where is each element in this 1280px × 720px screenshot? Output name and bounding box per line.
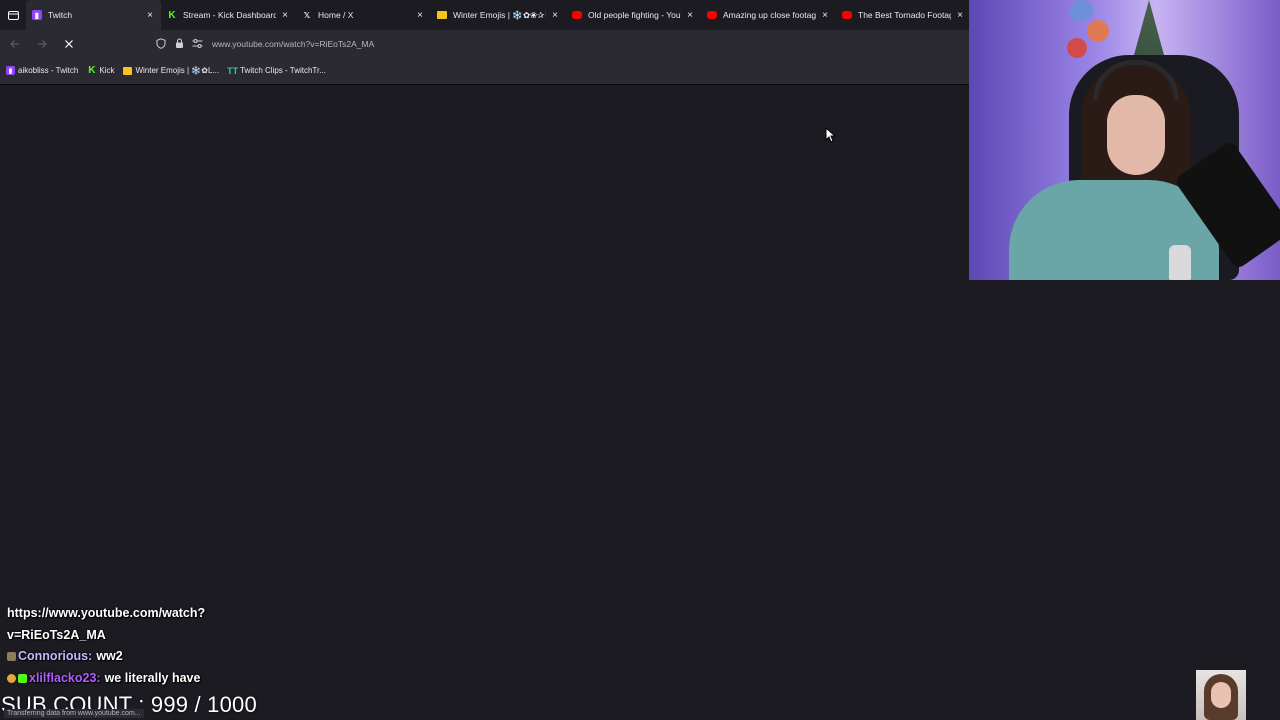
tab-label: Old people fighting - YouTube [588,10,681,20]
status-bar-text: Transferring data from www.youtube.com..… [4,709,144,718]
close-icon[interactable]: × [685,10,695,21]
badge-icon [7,652,16,662]
tab-amazing-footage[interactable]: Amazing up close footage × [701,0,836,30]
close-icon[interactable]: × [145,10,155,21]
streamer-face [1107,95,1165,175]
lock-icon[interactable] [170,35,188,53]
tab-label: Amazing up close footage [723,10,816,20]
tab-label: The Best Tornado Footage [858,10,951,20]
tab-twitch[interactable]: ▮ Twitch × [26,0,161,30]
chat-username: xlilflacko23: [29,670,101,685]
twitch-icon: ▮ [6,66,15,75]
stop-icon [65,39,73,48]
bookmark-label: Kick [99,66,115,75]
bookmark-label: Winter Emojis | ❄️✿L... [135,66,220,75]
kick-icon: K [168,9,176,21]
webcam-overlay [969,0,1280,280]
tab-tornado-footage[interactable]: The Best Tornado Footage × [836,0,971,30]
chat-text: https://www.youtube.com/watch? [7,606,206,620]
bookmark-winter-emojis[interactable]: Winter Emojis | ❄️✿L... [123,66,219,75]
chat-message: https://www.youtube.com/watch? [7,603,307,625]
bookmarks-toolbar: ▮ aikobliss - Twitch K Kick Winter Emoji… [0,57,970,85]
kick-icon: K [88,65,96,76]
tab-bar: ▮ Twitch × K Stream - Kick Dashboard × 𝕏… [0,0,970,30]
tab-kick-dashboard[interactable]: K Stream - Kick Dashboard × [161,0,296,30]
twitch-icon: ▮ [32,10,42,20]
chat-text: ww2 [96,649,123,663]
chat-text: v=RiEoTs2A_MA [7,627,106,642]
tab-list-button[interactable] [0,0,26,30]
tab-winter-emojis[interactable]: Winter Emojis | ❄️✿❀✰☃❅ × [431,0,566,30]
chat-overlay: https://www.youtube.com/watch? v=RiEoTs2… [7,603,307,689]
badge-icon [18,673,27,683]
chat-message: xlilflacko23: we literally have [7,668,307,690]
chat-message: v=RiEoTs2A_MA [7,625,307,647]
shield-icon[interactable] [152,35,170,53]
close-icon[interactable]: × [955,10,965,21]
bookmark-label: aikobliss - Twitch [18,66,79,75]
bookmark-label: Twitch Clips - TwitchTr... [240,66,326,75]
bookmark-twitch-clips[interactable]: TT Twitch Clips - TwitchTr... [227,65,326,76]
tab-home-x[interactable]: 𝕏 Home / X × [296,0,431,30]
tab-label: Stream - Kick Dashboard [183,10,276,20]
twitchtracker-icon: TT [227,65,239,76]
balloon [1069,0,1093,22]
balloon [1067,38,1087,58]
tab-old-people-fighting[interactable]: Old people fighting - YouTube × [566,0,701,30]
bookmark-kick[interactable]: K Kick [87,65,115,76]
url-bar[interactable]: www.youtube.com/watch?v=RiEoTs2A_MA [152,33,964,54]
url-text[interactable]: www.youtube.com/watch?v=RiEoTs2A_MA [212,39,374,49]
folder-icon [123,66,133,75]
arrow-right-icon [38,39,47,48]
avatar-face [1211,682,1231,708]
back-button[interactable] [3,32,27,56]
balloon [1087,20,1109,42]
x-icon: 𝕏 [303,10,311,20]
chat-message: Connorious: ww2 [7,646,307,668]
badge-icon [7,673,16,683]
water-bottle [1169,245,1191,280]
tab-list-icon [7,11,19,20]
forward-button[interactable] [30,32,54,56]
streamer-avatar [1196,670,1246,720]
navigation-toolbar: www.youtube.com/watch?v=RiEoTs2A_MA [0,30,970,57]
close-icon[interactable]: × [550,10,560,21]
arrow-left-icon [10,39,19,48]
close-icon[interactable]: × [820,10,830,21]
tab-label: Winter Emojis | ❄️✿❀✰☃❅ [453,9,546,20]
chat-username: Connorious: [18,649,93,663]
close-icon[interactable]: × [415,10,425,21]
mouse-cursor-icon [825,127,837,143]
youtube-icon [707,11,717,19]
stop-loading-button[interactable] [57,32,81,56]
folder-icon [437,11,447,19]
tab-label: Twitch [48,10,73,20]
chat-text: we literally have [104,670,201,685]
bookmark-aikobliss-twitch[interactable]: ▮ aikobliss - Twitch [6,66,78,75]
permissions-icon[interactable] [188,35,206,53]
youtube-icon [842,11,852,19]
youtube-icon [572,11,582,19]
close-icon[interactable]: × [280,10,290,21]
tab-label: Home / X [318,10,354,20]
